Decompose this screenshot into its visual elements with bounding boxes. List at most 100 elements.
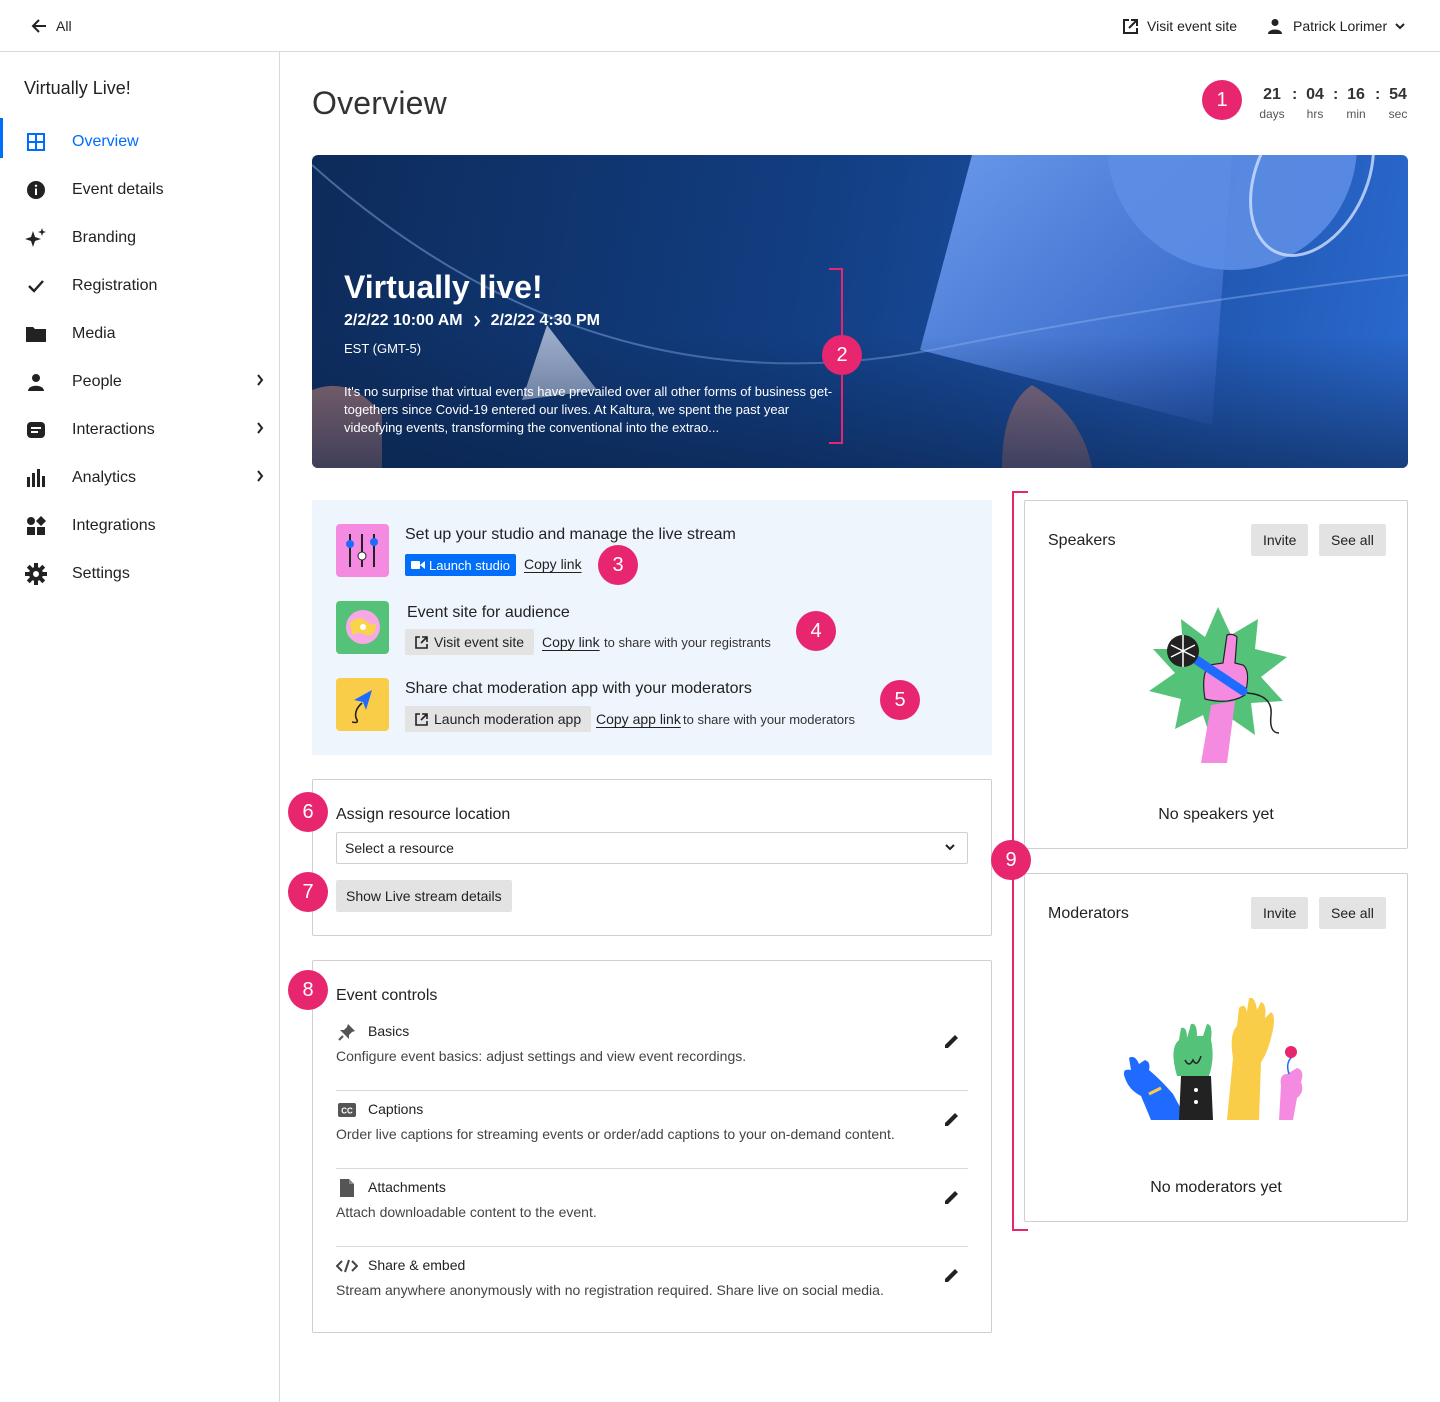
video-camera-icon xyxy=(411,561,425,569)
sparkle-icon xyxy=(24,227,48,249)
resource-select[interactable]: Select a resource xyxy=(336,832,968,864)
sidebar-item-label: Analytics xyxy=(72,469,137,486)
chat-icon xyxy=(24,419,48,441)
copy-studio-link[interactable]: Copy link xyxy=(524,556,582,572)
event-site-helper: to share with your registrants xyxy=(604,635,771,650)
countdown-days: 21 xyxy=(1263,86,1281,103)
event-banner: Virtually live! 2/2/22 10:00 AM 2/2/22 4… xyxy=(312,155,1408,468)
person-icon xyxy=(1268,19,1282,34)
external-link-icon xyxy=(415,712,428,726)
moderators-illustration xyxy=(1123,998,1303,1120)
sidebar-item-overview[interactable]: Overview xyxy=(0,118,279,166)
gear-icon xyxy=(24,563,48,585)
visit-event-site-link[interactable]: Visit event site xyxy=(1122,0,1237,52)
sidebar-item-label: Media xyxy=(72,325,116,342)
cc-icon: CC xyxy=(336,1101,358,1119)
studio-title: Set up your studio and manage the live s… xyxy=(405,526,736,543)
sidebar-item-label: Integrations xyxy=(72,517,156,534)
user-menu[interactable]: Patrick Lorimer xyxy=(1267,0,1405,52)
sidebar-item-branding[interactable]: Branding xyxy=(0,214,279,262)
external-link-icon xyxy=(1123,18,1138,34)
moderators-empty-state: No moderators yet xyxy=(1150,1179,1282,1196)
annotation-badge: 9 xyxy=(991,840,1031,880)
event-name: Virtually Live! xyxy=(24,78,131,98)
sidebar-item-people[interactable]: People xyxy=(0,358,279,406)
chevron-down-icon xyxy=(945,844,955,851)
info-icon xyxy=(24,179,48,201)
event-end: 2/2/22 4:30 PM xyxy=(490,312,600,329)
launch-studio-label: Launch studio xyxy=(429,557,510,573)
show-live-stream-details-button[interactable]: Show Live stream details xyxy=(336,880,512,912)
speakers-empty-state: No speakers yet xyxy=(1158,806,1274,823)
edit-pencil-icon[interactable] xyxy=(944,1189,960,1205)
control-description: Order live captions for streaming events… xyxy=(336,1126,895,1142)
chevron-right-icon xyxy=(257,422,264,434)
control-title: Share & embed xyxy=(368,1257,466,1273)
control-title: Captions xyxy=(368,1101,424,1117)
resource-location-title: Assign resource location xyxy=(336,806,511,823)
resource-location-card: Assign resource location Select a resour… xyxy=(312,779,992,936)
edit-pencil-icon[interactable] xyxy=(944,1267,960,1283)
speakers-title: Speakers xyxy=(1048,532,1116,549)
event-start: 2/2/22 10:00 AM xyxy=(344,312,463,329)
sidebar-item-integrations[interactable]: Integrations xyxy=(0,502,279,550)
sidebar-item-media[interactable]: Media xyxy=(0,310,279,358)
sidebar-item-settings[interactable]: Settings xyxy=(0,550,279,598)
page-title: Overview xyxy=(312,85,447,121)
back-link[interactable]: All xyxy=(30,0,72,52)
countdown-separator: : xyxy=(1333,86,1339,103)
event-dates: 2/2/22 10:00 AM 2/2/22 4:30 PM xyxy=(344,312,600,330)
edit-pencil-icon[interactable] xyxy=(944,1111,960,1127)
sidebar-item-registration[interactable]: Registration xyxy=(0,262,279,310)
see-all-speakers-button[interactable]: See all xyxy=(1319,524,1386,556)
countdown-minutes-label: min xyxy=(1346,107,1366,121)
control-share-embed: Share & embed Stream anywhere anonymousl… xyxy=(336,1247,968,1325)
sidebar-item-label: Settings xyxy=(72,565,130,582)
sidebar-item-label: Event details xyxy=(72,181,164,198)
external-link-icon xyxy=(415,635,428,649)
launch-studio-button[interactable]: Launch studio xyxy=(405,554,516,576)
launch-moderation-app-label: Launch moderation app xyxy=(434,711,582,727)
moderation-app-icon xyxy=(336,678,389,731)
bar-chart-icon xyxy=(24,467,48,489)
sidebar-item-analytics[interactable]: Analytics xyxy=(0,454,279,502)
control-title: Basics xyxy=(368,1023,410,1039)
user-name: Patrick Lorimer xyxy=(1293,18,1388,34)
launch-moderation-app-button[interactable]: Launch moderation app xyxy=(405,706,592,732)
see-all-moderators-button[interactable]: See all xyxy=(1319,897,1386,929)
show-live-stream-details-label: Show Live stream details xyxy=(346,888,502,904)
countdown-hours-label: hrs xyxy=(1306,107,1324,121)
countdown-seconds: 54 xyxy=(1389,86,1407,103)
sidebar-item-label: People xyxy=(72,373,122,390)
annotation-badge: 3 xyxy=(598,545,638,585)
annotation-badge: 4 xyxy=(796,611,836,651)
control-basics: Basics Configure event basics: adjust se… xyxy=(336,1013,968,1091)
control-captions: CC Captions Order live captions for stre… xyxy=(336,1091,968,1169)
invite-speakers-button[interactable]: Invite xyxy=(1251,524,1309,556)
arrow-left-icon xyxy=(31,19,46,33)
check-icon xyxy=(24,275,48,297)
speaker-illustration xyxy=(1149,607,1287,763)
event-site-icon xyxy=(336,601,389,654)
visit-event-site-button[interactable]: Visit event site xyxy=(405,629,535,655)
sidebar-item-event-details[interactable]: Event details xyxy=(0,166,279,214)
invite-moderators-button[interactable]: Invite xyxy=(1251,897,1309,929)
countdown-minutes: 16 xyxy=(1347,86,1365,103)
sidebar-item-label: Interactions xyxy=(72,421,155,438)
countdown-days-label: days xyxy=(1259,107,1285,121)
see-all-label: See all xyxy=(1331,532,1374,548)
sidebar-item-label: Registration xyxy=(72,277,158,294)
event-description: It's no surprise that virtual events hav… xyxy=(344,384,833,435)
grid-icon xyxy=(24,131,48,153)
sidebar-item-interactions[interactable]: Interactions xyxy=(0,406,279,454)
control-title: Attachments xyxy=(368,1179,446,1195)
control-description: Attach downloadable content to the event… xyxy=(336,1204,597,1220)
event-controls-title: Event controls xyxy=(336,987,438,1004)
copy-event-site-link[interactable]: Copy link xyxy=(542,634,600,650)
see-all-label: See all xyxy=(1331,905,1374,921)
resource-select-value: Select a resource xyxy=(345,840,454,856)
edit-pencil-icon[interactable] xyxy=(944,1033,960,1049)
moderators-card: Moderators Invite See all No moderators … xyxy=(1024,873,1408,1222)
copy-app-link[interactable]: Copy app link xyxy=(596,711,681,727)
code-icon xyxy=(336,1257,358,1275)
